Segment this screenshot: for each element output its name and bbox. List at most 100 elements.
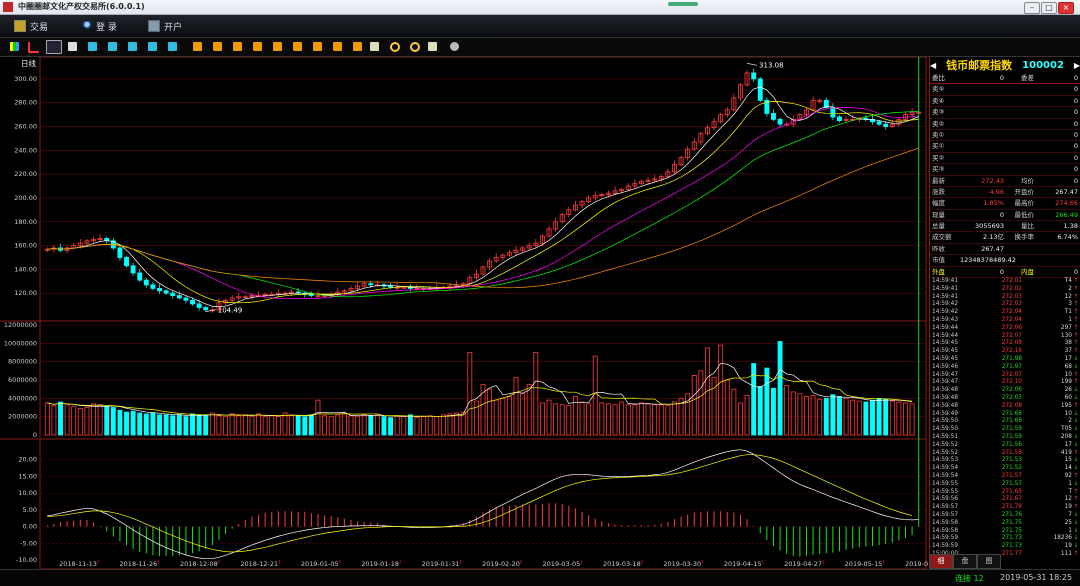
- tick-volume: T1: [1064, 309, 1072, 316]
- tick-price: 272.16: [1001, 348, 1022, 355]
- volume-bar: [407, 414, 413, 436]
- tick-volume: 17: [1064, 356, 1072, 362]
- period-day-icon[interactable]: [88, 42, 97, 51]
- volume-bar: [275, 416, 281, 436]
- zoom-in-icon[interactable]: [390, 42, 400, 52]
- tick-volume: 2: [1068, 418, 1072, 425]
- candlestick-icon[interactable]: [46, 40, 62, 54]
- zoom-out-icon[interactable]: [410, 42, 420, 52]
- prev-arrow-icon[interactable]: ◀: [930, 61, 936, 70]
- tick-time: 14:59:54: [932, 472, 959, 479]
- indicator-3-icon[interactable]: [233, 42, 242, 51]
- draw-tool-icon[interactable]: [428, 42, 437, 51]
- volume-bar: [295, 415, 301, 436]
- stat-value: 3055693: [975, 222, 1004, 231]
- menu-login[interactable]: 登 录: [82, 19, 117, 33]
- volume-bar: [374, 414, 380, 436]
- order-book-row: 卖① 0: [930, 130, 1080, 142]
- volume-bar: [170, 415, 176, 436]
- tick-row: 14:59:47 272.07 10 ↑: [930, 372, 1080, 380]
- kline-chart[interactable]: 日线 300.00 280.00 260.00 240.00 220.00 200.00 18…: [0, 57, 928, 569]
- tick-time: 14:59:41: [932, 293, 959, 300]
- list-icon[interactable]: [68, 42, 77, 51]
- order-book-label: 买②: [932, 153, 945, 162]
- indicator-1-icon[interactable]: [193, 42, 202, 51]
- price-tick-label: 120.00: [14, 289, 37, 297]
- menu-trade[interactable]: 交易: [14, 19, 48, 33]
- indicator-9-icon[interactable]: [353, 42, 362, 51]
- status-bar: 连接 12 2019-05-31 18:25: [0, 569, 1080, 586]
- volume-bar: [553, 403, 559, 436]
- tick-time: 14:59:59: [932, 535, 959, 542]
- volume-bar: [308, 414, 314, 436]
- tick-volume: 19: [1064, 543, 1072, 550]
- volume-bar: [183, 416, 189, 436]
- order-book-row: 委比 0 委差 0: [930, 73, 1080, 85]
- volume-bar: [487, 388, 493, 436]
- volume-bar: [249, 416, 255, 436]
- period-week-icon[interactable]: [108, 42, 117, 51]
- tick-price: 271.73: [1001, 543, 1022, 550]
- period-year-icon[interactable]: [168, 42, 177, 51]
- volume-bar: [137, 412, 143, 436]
- stat-label-2: 最低价: [1014, 210, 1035, 219]
- bar-chart-icon[interactable]: [10, 42, 19, 51]
- tick-price: 271.57: [1001, 480, 1022, 487]
- volume-bar: [124, 411, 129, 436]
- indicator-2-icon[interactable]: [213, 42, 222, 51]
- line-chart-icon[interactable]: [28, 42, 39, 53]
- tab-book[interactable]: 盘: [953, 554, 977, 569]
- indicator-5-icon[interactable]: [273, 42, 282, 51]
- maximize-button[interactable]: □: [1041, 2, 1057, 14]
- arrow-down-icon: ↓: [1073, 433, 1079, 440]
- indicator-7-icon[interactable]: [313, 42, 322, 51]
- volume-bar: [903, 402, 908, 436]
- tab-chart[interactable]: 图: [977, 554, 1001, 569]
- volume-bar: [229, 413, 235, 436]
- chart-area[interactable]: 日线 300.00 280.00 260.00 240.00 220.00 200.00 18…: [0, 57, 928, 569]
- menu-login-label: 登 录: [96, 22, 117, 33]
- tick-row: 14:59:53 271.53 15 ↓: [930, 457, 1080, 465]
- stat-row: 涨跌 4.96 开盘价 267.47: [930, 187, 1080, 199]
- tick-price: 272.08: [1001, 402, 1022, 409]
- next-arrow-icon[interactable]: ▶: [1074, 61, 1080, 70]
- tick-volume: 17: [1064, 441, 1072, 448]
- order-book-price: [960, 107, 1004, 117]
- stat-label: 昨收: [932, 244, 945, 253]
- tick-time: 14:59:42: [932, 301, 959, 308]
- indicator-4-icon[interactable]: [253, 42, 262, 51]
- tick-list[interactable]: 14:59:41 272.01 T4 ↑ 14:59:41 272.02 2 ↑ 14:59:4…: [930, 278, 1080, 559]
- menu-open-account[interactable]: 开户: [148, 19, 182, 33]
- price-tick-label: 180.00: [14, 218, 37, 226]
- arrow-down-icon: ↓: [1073, 418, 1079, 425]
- settings-gear-icon[interactable]: [450, 42, 459, 51]
- period-season-icon[interactable]: [148, 42, 157, 51]
- volume-tick-label: 2000000: [8, 413, 37, 421]
- order-book-label-2: [1004, 96, 1034, 106]
- indicator-8-icon[interactable]: [333, 42, 342, 51]
- volume-bar: [242, 414, 248, 436]
- period-month-icon[interactable]: [128, 42, 137, 51]
- tick-time: 14:59:58: [932, 527, 959, 534]
- candle-body: [883, 123, 889, 127]
- tick-row: 14:59:44 272.07 130 ↑: [930, 333, 1080, 341]
- tick-time: 14:59:54: [932, 465, 959, 472]
- tick-price: 272.06: [1001, 387, 1022, 394]
- order-book-label: 卖⑤: [932, 85, 945, 94]
- volume-bar: [711, 376, 717, 436]
- tick-volume: 60: [1064, 394, 1072, 401]
- tick-volume: 195: [1060, 402, 1072, 409]
- notes-icon[interactable]: [370, 42, 379, 51]
- arrow-down-icon: ↓: [1073, 426, 1079, 433]
- indicator-6-icon[interactable]: [293, 42, 302, 51]
- order-book-price: [960, 164, 1004, 174]
- candle-body: [137, 272, 143, 281]
- close-button[interactable]: ×: [1058, 2, 1074, 14]
- volume-bar: [671, 401, 677, 436]
- minimize-button[interactable]: –: [1024, 2, 1040, 14]
- tick-row: 14:59:48 272.06 26 ↓: [930, 387, 1080, 395]
- arrow-down-icon: ↓: [1073, 457, 1079, 464]
- tick-row: 14:59:43 272.04 1 ↑: [930, 317, 1080, 325]
- tick-price: 271.57: [1001, 472, 1022, 479]
- tab-detail[interactable]: 细: [929, 554, 953, 569]
